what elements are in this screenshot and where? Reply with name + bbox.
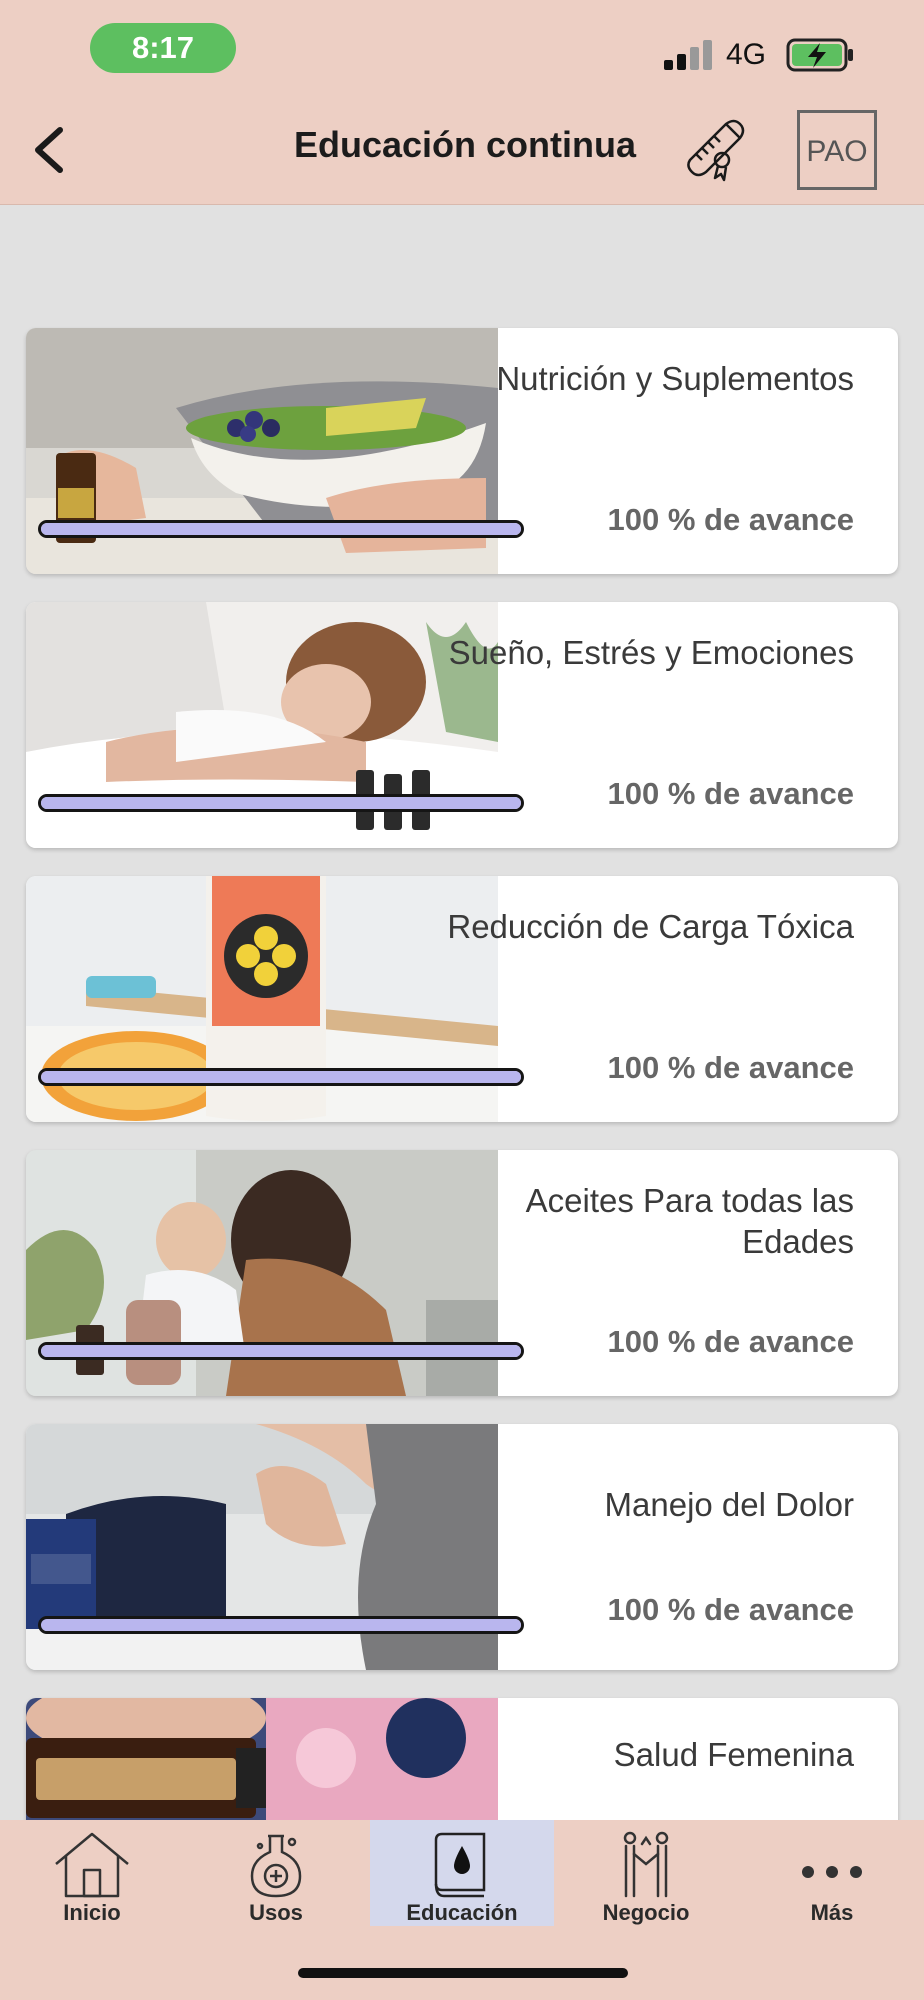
logo-mark: PAO: [806, 135, 867, 168]
course-title: Salud Femenina: [613, 1736, 854, 1773]
tab-educacion[interactable]: Educación: [370, 1820, 554, 1926]
back-chevron-icon[interactable]: [26, 120, 76, 180]
course-progress-label: 100 % de avance: [607, 776, 854, 811]
course-card-carga-toxica[interactable]: Reducción de Carga Tóxica 100 % de avanc…: [26, 876, 898, 1122]
tab-label: Usos: [249, 1900, 303, 1925]
course-title: Sueño, Estrés y Emociones: [448, 634, 854, 671]
course-card-sueno[interactable]: Sueño, Estrés y Emociones 100 % de avanc…: [26, 602, 898, 848]
signal-strength-icon: [664, 40, 716, 70]
course-card-salud-femenina[interactable]: Salud Femenina: [26, 1698, 898, 1820]
progress-fill: [41, 523, 521, 535]
tab-usos[interactable]: Usos: [184, 1820, 368, 1926]
course-progress-label: 100 % de avance: [607, 1050, 854, 1085]
progress-bar: [38, 1068, 524, 1086]
network-type: 4G: [726, 38, 767, 71]
progress-fill: [41, 797, 521, 809]
status-time: 8:17: [90, 23, 236, 73]
tab-mas[interactable]: Más: [740, 1820, 924, 1926]
course-progress-label: 100 % de avance: [607, 502, 854, 537]
battery-charging-icon: [786, 38, 853, 72]
book-drop-icon: [434, 1832, 486, 1898]
tab-label: Más: [810, 1900, 854, 1925]
course-title: Aceites Para todas las Edades: [525, 1182, 854, 1260]
diploma-scroll-icon[interactable]: [682, 116, 752, 188]
course-card-nutricion[interactable]: Nutrición y Suplementos 100 % de avance: [26, 328, 898, 574]
top-bar: 8:17 4G Educación continua PAO: [0, 0, 924, 205]
app-logo: PAO: [797, 110, 877, 190]
course-card-aceites-edades[interactable]: Aceites Para todas las Edades 100 % de a…: [26, 1150, 898, 1396]
home-indicator: [298, 1968, 628, 1978]
progress-bar: [38, 520, 524, 538]
page-title: Educación continua: [293, 124, 637, 165]
progress-fill: [41, 1071, 521, 1083]
progress-fill: [41, 1345, 521, 1357]
progress-bar: [38, 1616, 524, 1634]
course-list[interactable]: Nutrición y Suplementos 100 % de avance …: [0, 206, 924, 1820]
tab-negocio[interactable]: Negocio: [554, 1820, 738, 1926]
handshake-people-icon: [623, 1831, 669, 1898]
more-dots-icon: [802, 1866, 862, 1878]
course-title: Manejo del Dolor: [604, 1486, 854, 1523]
tab-label: Educación: [406, 1900, 518, 1925]
tab-label: Inicio: [63, 1900, 121, 1925]
progress-bar: [38, 794, 524, 812]
potion-flask-icon: [250, 1834, 302, 1898]
course-card-manejo-dolor[interactable]: Manejo del Dolor 100 % de avance: [26, 1424, 898, 1670]
tab-inicio[interactable]: Inicio: [0, 1820, 184, 1926]
progress-bar: [38, 1342, 524, 1360]
logo-text: PAO: [806, 135, 867, 168]
course-image-women-health: [26, 1698, 498, 1820]
course-title: Reducción de Carga Tóxica: [447, 908, 854, 945]
progress-fill: [41, 1619, 521, 1631]
course-title: Nutrición y Suplementos: [496, 360, 854, 397]
home-icon: [55, 1832, 129, 1898]
tab-label: Negocio: [602, 1900, 690, 1925]
course-progress-label: 100 % de avance: [607, 1324, 854, 1359]
course-progress-label: 100 % de avance: [607, 1592, 854, 1627]
